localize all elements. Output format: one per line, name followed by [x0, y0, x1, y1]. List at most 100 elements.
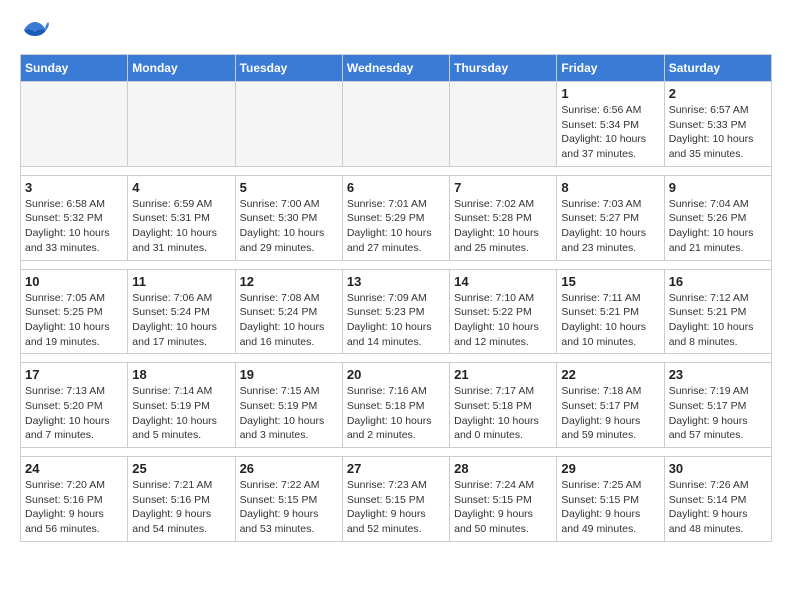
day-info: Sunrise: 7:14 AM Sunset: 5:19 PM Dayligh…: [132, 384, 230, 443]
day-number: 8: [561, 180, 659, 195]
calendar-week-row: 17 Sunrise: 7:13 AM Sunset: 5:20 PM Dayli…: [21, 363, 772, 448]
day-number: 6: [347, 180, 445, 195]
day-info: Sunrise: 7:21 AM Sunset: 5:16 PM Dayligh…: [132, 478, 230, 537]
calendar-cell: [235, 82, 342, 167]
day-info: Sunrise: 6:58 AM Sunset: 5:32 PM Dayligh…: [25, 197, 123, 256]
day-number: 4: [132, 180, 230, 195]
calendar-table: SundayMondayTuesdayWednesdayThursdayFrid…: [20, 54, 772, 542]
day-number: 21: [454, 367, 552, 382]
day-info: Sunrise: 7:15 AM Sunset: 5:19 PM Dayligh…: [240, 384, 338, 443]
weekday-header-sunday: Sunday: [21, 55, 128, 82]
day-info: Sunrise: 7:01 AM Sunset: 5:29 PM Dayligh…: [347, 197, 445, 256]
day-info: Sunrise: 7:24 AM Sunset: 5:15 PM Dayligh…: [454, 478, 552, 537]
day-number: 22: [561, 367, 659, 382]
calendar-week-row: 3 Sunrise: 6:58 AM Sunset: 5:32 PM Daylig…: [21, 175, 772, 260]
day-number: 2: [669, 86, 767, 101]
weekday-header-friday: Friday: [557, 55, 664, 82]
day-number: 3: [25, 180, 123, 195]
day-number: 29: [561, 461, 659, 476]
page-header: [20, 20, 772, 44]
day-info: Sunrise: 7:22 AM Sunset: 5:15 PM Dayligh…: [240, 478, 338, 537]
calendar-cell: 8 Sunrise: 7:03 AM Sunset: 5:27 PM Daylig…: [557, 175, 664, 260]
calendar-cell: 29Sunrise: 7:25 AM Sunset: 5:15 PM Dayli…: [557, 457, 664, 542]
weekday-header-saturday: Saturday: [664, 55, 771, 82]
day-number: 16: [669, 274, 767, 289]
calendar-cell: 22 Sunrise: 7:18 AM Sunset: 5:17 PM Dayli…: [557, 363, 664, 448]
day-number: 10: [25, 274, 123, 289]
weekday-header-wednesday: Wednesday: [342, 55, 449, 82]
day-number: 19: [240, 367, 338, 382]
week-separator: [21, 448, 772, 457]
day-info: Sunrise: 6:59 AM Sunset: 5:31 PM Dayligh…: [132, 197, 230, 256]
calendar-week-row: 24Sunrise: 7:20 AM Sunset: 5:16 PM Dayli…: [21, 457, 772, 542]
day-info: Sunrise: 7:08 AM Sunset: 5:24 PM Dayligh…: [240, 291, 338, 350]
calendar-cell: 5 Sunrise: 7:00 AM Sunset: 5:30 PM Daylig…: [235, 175, 342, 260]
day-info: Sunrise: 7:06 AM Sunset: 5:24 PM Dayligh…: [132, 291, 230, 350]
day-number: 7: [454, 180, 552, 195]
day-number: 5: [240, 180, 338, 195]
day-info: Sunrise: 7:23 AM Sunset: 5:15 PM Dayligh…: [347, 478, 445, 537]
day-info: Sunrise: 7:05 AM Sunset: 5:25 PM Dayligh…: [25, 291, 123, 350]
calendar-cell: 1 Sunrise: 6:56 AM Sunset: 5:34 PM Daylig…: [557, 82, 664, 167]
calendar-cell: 26 Sunrise: 7:22 AM Sunset: 5:15 PM Dayli…: [235, 457, 342, 542]
logo-icon: [20, 20, 50, 44]
calendar-cell: [21, 82, 128, 167]
day-number: 12: [240, 274, 338, 289]
calendar-cell: 7 Sunrise: 7:02 AM Sunset: 5:28 PM Daylig…: [450, 175, 557, 260]
day-number: 26: [240, 461, 338, 476]
day-info: Sunrise: 6:56 AM Sunset: 5:34 PM Dayligh…: [561, 103, 659, 162]
calendar-cell: 18Sunrise: 7:14 AM Sunset: 5:19 PM Dayli…: [128, 363, 235, 448]
calendar-cell: 20 Sunrise: 7:16 AM Sunset: 5:18 PM Dayli…: [342, 363, 449, 448]
calendar-cell: 16 Sunrise: 7:12 AM Sunset: 5:21 PM Dayli…: [664, 269, 771, 354]
calendar-cell: 11 Sunrise: 7:06 AM Sunset: 5:24 PM Dayli…: [128, 269, 235, 354]
day-info: Sunrise: 7:02 AM Sunset: 5:28 PM Dayligh…: [454, 197, 552, 256]
day-number: 24: [25, 461, 123, 476]
calendar-cell: 4 Sunrise: 6:59 AM Sunset: 5:31 PM Daylig…: [128, 175, 235, 260]
day-info: Sunrise: 7:09 AM Sunset: 5:23 PM Dayligh…: [347, 291, 445, 350]
week-separator: [21, 260, 772, 269]
calendar-cell: 15Sunrise: 7:11 AM Sunset: 5:21 PM Dayli…: [557, 269, 664, 354]
calendar-cell: [128, 82, 235, 167]
weekday-header-thursday: Thursday: [450, 55, 557, 82]
week-separator: [21, 166, 772, 175]
day-info: Sunrise: 6:57 AM Sunset: 5:33 PM Dayligh…: [669, 103, 767, 162]
day-info: Sunrise: 7:19 AM Sunset: 5:17 PM Dayligh…: [669, 384, 767, 443]
calendar-cell: 30Sunrise: 7:26 AM Sunset: 5:14 PM Dayli…: [664, 457, 771, 542]
weekday-header-tuesday: Tuesday: [235, 55, 342, 82]
calendar-cell: 6 Sunrise: 7:01 AM Sunset: 5:29 PM Daylig…: [342, 175, 449, 260]
day-number: 9: [669, 180, 767, 195]
day-number: 30: [669, 461, 767, 476]
day-info: Sunrise: 7:18 AM Sunset: 5:17 PM Dayligh…: [561, 384, 659, 443]
day-number: 27: [347, 461, 445, 476]
day-number: 28: [454, 461, 552, 476]
calendar-cell: 25Sunrise: 7:21 AM Sunset: 5:16 PM Dayli…: [128, 457, 235, 542]
day-info: Sunrise: 7:16 AM Sunset: 5:18 PM Dayligh…: [347, 384, 445, 443]
day-info: Sunrise: 7:11 AM Sunset: 5:21 PM Dayligh…: [561, 291, 659, 350]
day-number: 20: [347, 367, 445, 382]
calendar-cell: 10 Sunrise: 7:05 AM Sunset: 5:25 PM Dayli…: [21, 269, 128, 354]
calendar-cell: 28 Sunrise: 7:24 AM Sunset: 5:15 PM Dayli…: [450, 457, 557, 542]
calendar-cell: 23Sunrise: 7:19 AM Sunset: 5:17 PM Dayli…: [664, 363, 771, 448]
day-info: Sunrise: 7:17 AM Sunset: 5:18 PM Dayligh…: [454, 384, 552, 443]
day-number: 1: [561, 86, 659, 101]
calendar-cell: 17 Sunrise: 7:13 AM Sunset: 5:20 PM Dayli…: [21, 363, 128, 448]
day-number: 17: [25, 367, 123, 382]
calendar-cell: 3 Sunrise: 6:58 AM Sunset: 5:32 PM Daylig…: [21, 175, 128, 260]
day-number: 14: [454, 274, 552, 289]
calendar-cell: 24Sunrise: 7:20 AM Sunset: 5:16 PM Dayli…: [21, 457, 128, 542]
calendar-week-row: 1 Sunrise: 6:56 AM Sunset: 5:34 PM Daylig…: [21, 82, 772, 167]
calendar-cell: 14 Sunrise: 7:10 AM Sunset: 5:22 PM Dayli…: [450, 269, 557, 354]
calendar-week-row: 10 Sunrise: 7:05 AM Sunset: 5:25 PM Dayli…: [21, 269, 772, 354]
calendar-cell: 21 Sunrise: 7:17 AM Sunset: 5:18 PM Dayli…: [450, 363, 557, 448]
day-info: Sunrise: 7:00 AM Sunset: 5:30 PM Dayligh…: [240, 197, 338, 256]
day-info: Sunrise: 7:10 AM Sunset: 5:22 PM Dayligh…: [454, 291, 552, 350]
calendar-cell: 13Sunrise: 7:09 AM Sunset: 5:23 PM Dayli…: [342, 269, 449, 354]
day-info: Sunrise: 7:12 AM Sunset: 5:21 PM Dayligh…: [669, 291, 767, 350]
day-info: Sunrise: 7:13 AM Sunset: 5:20 PM Dayligh…: [25, 384, 123, 443]
day-number: 11: [132, 274, 230, 289]
day-info: Sunrise: 7:03 AM Sunset: 5:27 PM Dayligh…: [561, 197, 659, 256]
logo: [20, 20, 54, 44]
calendar-cell: [450, 82, 557, 167]
week-separator: [21, 354, 772, 363]
calendar-cell: 19 Sunrise: 7:15 AM Sunset: 5:19 PM Dayli…: [235, 363, 342, 448]
